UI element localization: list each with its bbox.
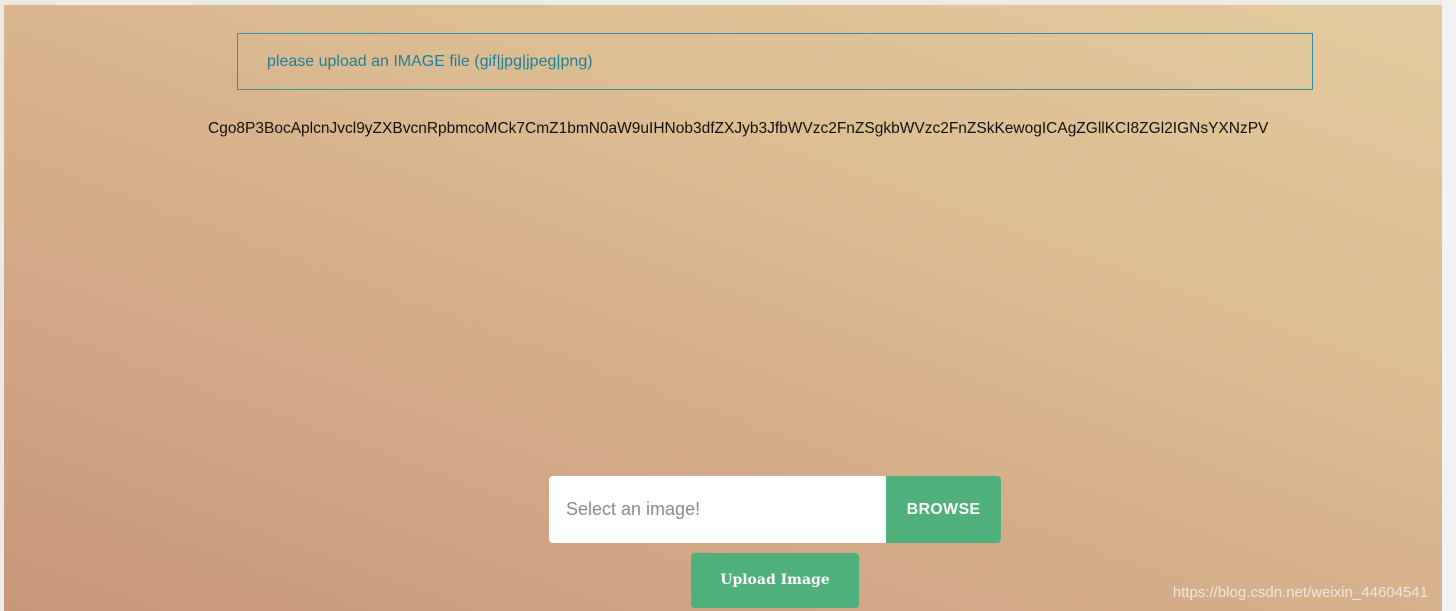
watermark-url: https://blog.csdn.net/weixin_44604541 [1172, 584, 1428, 601]
file-select-group: BROWSE [549, 476, 1001, 543]
encoded-output-text: Cgo8P3BocAplcnJvcl9yZXBvcnRpbmcoMCk7CmZ1… [208, 120, 1269, 137]
info-alert: please upload an IMAGE file (gif|jpg|jpe… [237, 33, 1313, 90]
upload-image-button[interactable]: Upload Image [691, 553, 859, 608]
alert-message: please upload an IMAGE file (gif|jpg|jpe… [267, 53, 593, 70]
browse-button[interactable]: BROWSE [886, 476, 1001, 543]
window-top-edge [0, 0, 1456, 5]
file-path-input[interactable] [549, 476, 887, 543]
page-background: please upload an IMAGE file (gif|jpg|jpe… [0, 0, 1456, 611]
window-left-edge [0, 0, 4, 611]
window-right-edge [1442, 0, 1456, 611]
